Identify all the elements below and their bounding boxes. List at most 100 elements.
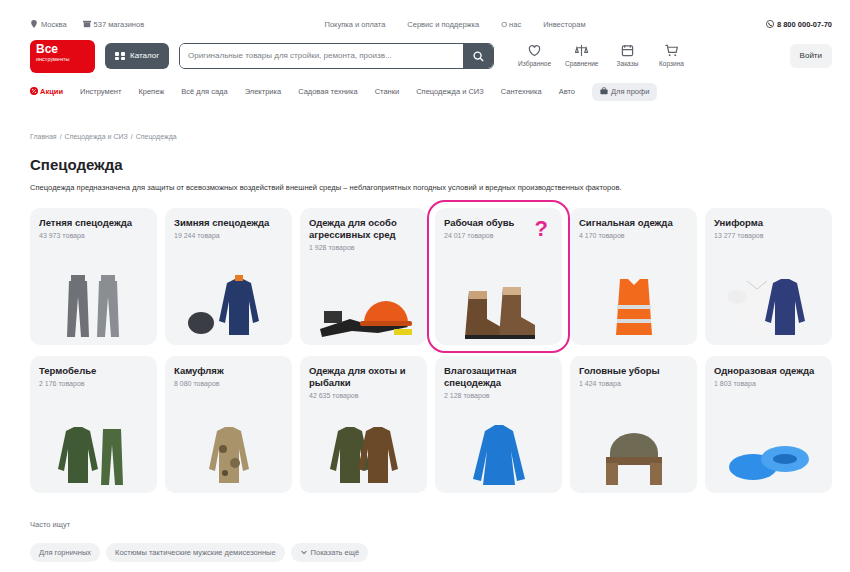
category-card[interactable]: Рабочая обувь24 017 товаров? xyxy=(435,208,562,345)
category-card[interactable]: Головные уборы1 424 товара xyxy=(570,356,697,493)
category-count: 2 128 товаров xyxy=(444,391,553,402)
category-count: 1 803 товара xyxy=(714,379,823,390)
category-count: 2 176 товаров xyxy=(39,379,148,390)
header-action[interactable]: Избранное xyxy=(518,44,551,69)
header-action-label: Заказы xyxy=(617,60,639,67)
nav-label: Электрика xyxy=(245,87,281,96)
category-image xyxy=(579,242,688,342)
category-title: Зимняя спецодежда xyxy=(174,217,283,229)
category-count: 43 973 товара xyxy=(39,231,148,242)
nav-item[interactable]: Авто xyxy=(559,86,575,97)
search-chip[interactable]: Для горничных xyxy=(30,543,100,562)
orders-icon xyxy=(621,44,634,57)
logo-bottom-text: инструменты xyxy=(36,57,89,63)
header-action[interactable]: Сравнение xyxy=(565,44,598,69)
nav-label: Инструмент xyxy=(80,87,121,96)
category-card[interactable]: Одноразовая одежда1 803 товара xyxy=(705,356,832,493)
category-image xyxy=(174,390,283,490)
category-image xyxy=(309,254,418,342)
header-action[interactable]: Корзина xyxy=(656,44,686,69)
city-link[interactable]: Москва xyxy=(30,19,67,30)
category-card[interactable]: Униформа 13 277 товаров xyxy=(705,208,832,345)
nav-item[interactable]: Станки xyxy=(375,86,400,97)
search-input[interactable] xyxy=(180,44,463,68)
nav-label: Акции xyxy=(40,87,63,96)
nav-item[interactable]: Сантехника xyxy=(501,86,542,97)
nav-item[interactable]: Крепеж xyxy=(138,86,164,97)
pin-icon xyxy=(30,20,38,28)
category-count: 1 424 товара xyxy=(579,379,688,390)
header: Все инструменты Каталог Избранное Сравнен… xyxy=(30,36,832,76)
product-photo-icon xyxy=(179,419,279,489)
login-button[interactable]: Войти xyxy=(790,44,832,68)
nav-label: Крепеж xyxy=(138,87,164,96)
category-title: Сигнальная одежда xyxy=(579,217,688,229)
product-photo-icon xyxy=(449,419,549,489)
show-more-chip[interactable]: Показать ещё xyxy=(291,543,368,562)
info-links: Покупка и оплата Сервис и поддержка О нас И… xyxy=(325,19,586,30)
header-action-label: Избранное xyxy=(518,60,551,67)
category-image xyxy=(714,242,823,342)
heart-icon xyxy=(528,44,541,57)
category-nav: Акции Инструмент Крепеж Всё для сада Электри… xyxy=(30,82,832,102)
product-photo-icon xyxy=(719,419,819,489)
info-link[interactable]: Инвесторам xyxy=(543,19,585,30)
breadcrumb-item[interactable]: Главная xyxy=(30,133,57,140)
stores-text: 537 магазинов xyxy=(94,20,145,29)
category-card[interactable]: Одежда для охоты и рыбалки 42 635 товаров xyxy=(300,356,427,493)
show-more-text: Показать ещё xyxy=(311,548,359,557)
nav-item[interactable]: Электрика xyxy=(245,86,281,97)
category-card[interactable]: Камуфляж8 080 товаров xyxy=(165,356,292,493)
product-photo-icon xyxy=(179,271,279,341)
store-icon xyxy=(83,20,91,28)
stores-link[interactable]: 537 магазинов xyxy=(83,19,145,30)
nav-item[interactable]: Для профи xyxy=(592,83,657,100)
header-action-label: Сравнение xyxy=(565,60,598,67)
category-title: Одежда для охоты и рыбалки xyxy=(309,365,418,389)
info-link[interactable]: О нас xyxy=(501,19,521,30)
briefcase-icon xyxy=(600,87,608,95)
category-card[interactable]: Влагозащитная спецодежда 2 128 товаров xyxy=(435,356,562,493)
category-card[interactable]: Одежда для особо агрессивных сред1 928 т… xyxy=(300,208,427,345)
nav-item[interactable]: Всё для сада xyxy=(181,86,227,97)
page-title: Спецодежда xyxy=(30,156,832,174)
catalog-button[interactable]: Каталог xyxy=(105,43,169,69)
frequent-chips: Для горничных Костюмы тактические мужские… xyxy=(30,543,832,562)
nav-item[interactable]: Спецодежда и СИЗ xyxy=(416,86,484,97)
search-button[interactable] xyxy=(463,44,493,68)
phone-text: 8 800 000-07-70 xyxy=(777,20,832,29)
chevron-down-icon xyxy=(300,548,308,556)
search-chip[interactable]: Костюмы тактические мужские демисезонные xyxy=(106,543,285,562)
category-grid: Летняя спецодежда43 973 товараЗимняя спе… xyxy=(30,208,832,493)
logo[interactable]: Все инструменты xyxy=(30,40,95,73)
nav-item[interactable]: Инструмент xyxy=(80,86,121,97)
category-card[interactable]: Термобелье2 176 товаров xyxy=(30,356,157,493)
top-bar: Москва 537 магазинов Покупка и оплата Сер… xyxy=(30,0,832,34)
menu-icon xyxy=(115,51,125,61)
product-photo-icon xyxy=(44,271,144,341)
cart-icon xyxy=(665,44,678,57)
category-count: 8 080 товаров xyxy=(174,379,283,390)
category-title: Влагозащитная спецодежда xyxy=(444,365,553,389)
category-image xyxy=(714,390,823,490)
category-image xyxy=(309,402,418,490)
phone-link[interactable]: 8 800 000-07-70 xyxy=(766,19,832,30)
category-card[interactable]: Зимняя спецодежда19 244 товара xyxy=(165,208,292,345)
product-photo-icon xyxy=(584,271,684,341)
nav-item[interactable]: Акции xyxy=(30,86,63,97)
category-image xyxy=(174,242,283,342)
category-count: 42 635 товаров xyxy=(309,391,418,402)
percent-icon xyxy=(30,87,38,95)
category-image xyxy=(579,390,688,490)
header-action[interactable]: Заказы xyxy=(612,44,642,69)
category-count: 13 277 товаров xyxy=(714,231,823,242)
breadcrumb-item[interactable]: Спецодежда и СИЗ xyxy=(65,133,128,140)
nav-item[interactable]: Садовая техника xyxy=(298,86,358,97)
category-card[interactable]: Летняя спецодежда43 973 товара xyxy=(30,208,157,345)
info-link[interactable]: Покупка и оплата xyxy=(325,19,386,30)
breadcrumb-separator: / xyxy=(60,133,62,140)
info-link[interactable]: Сервис и поддержка xyxy=(407,19,479,30)
category-title: Униформа xyxy=(714,217,823,229)
category-card[interactable]: Сигнальная одежда4 170 товаров xyxy=(570,208,697,345)
product-photo-icon xyxy=(584,419,684,489)
